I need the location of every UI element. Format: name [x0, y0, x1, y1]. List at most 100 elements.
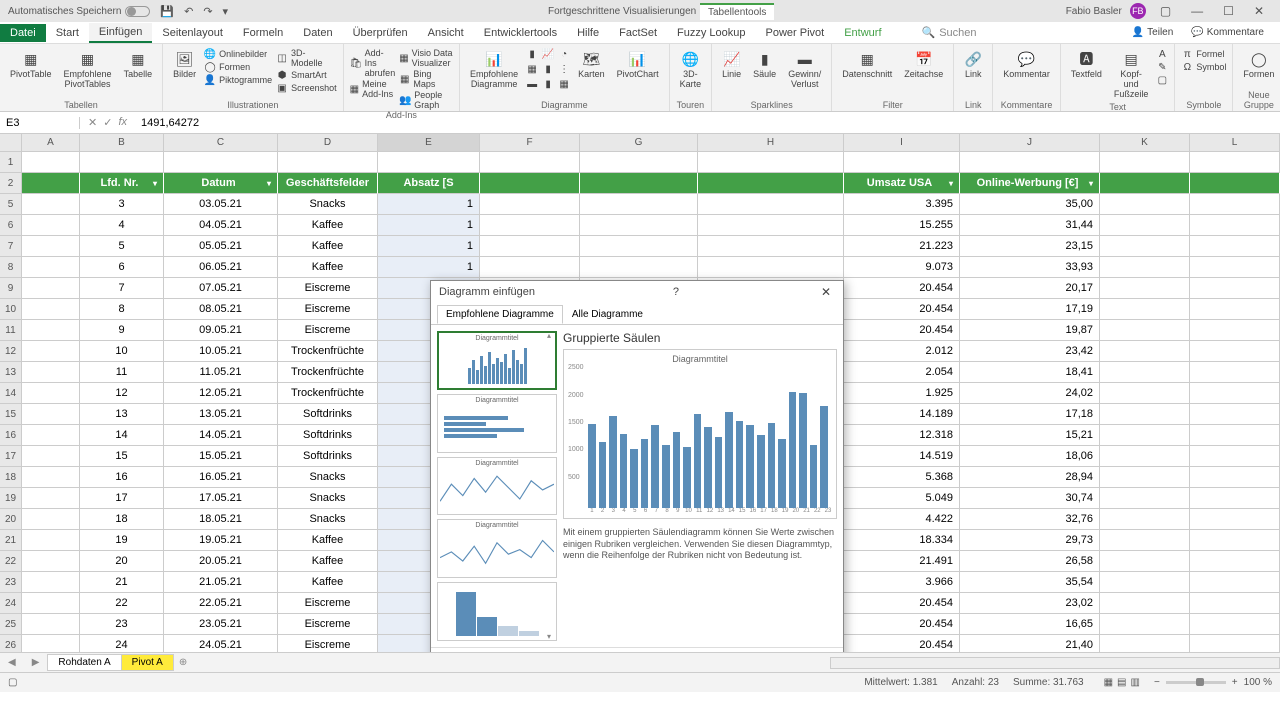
- hierarchy-chart-button[interactable]: ▦: [526, 63, 538, 75]
- cell[interactable]: 26,58: [960, 551, 1100, 572]
- col-header[interactable]: B: [80, 134, 164, 151]
- cell[interactable]: 07.05.21: [164, 278, 278, 299]
- comments-button[interactable]: 💬Kommentare: [1185, 25, 1270, 40]
- cell[interactable]: 19: [80, 530, 164, 551]
- cell[interactable]: Eiscreme: [278, 299, 378, 320]
- row-header[interactable]: 26: [0, 635, 22, 652]
- zoom-in-icon[interactable]: +: [1232, 677, 1238, 688]
- stat-chart-button[interactable]: ▮: [542, 63, 554, 75]
- sheet-nav-prev-icon[interactable]: ◀: [0, 657, 24, 668]
- cell[interactable]: 29,73: [960, 530, 1100, 551]
- cell[interactable]: Trockenfrüchte: [278, 383, 378, 404]
- thumb-clustered-bar[interactable]: Diagrammtitel: [437, 394, 557, 453]
- dialog-tab-all[interactable]: Alle Diagramme: [563, 305, 652, 324]
- get-addins-button[interactable]: 🛍Add-Ins abrufen: [350, 48, 396, 78]
- cell[interactable]: 21: [80, 572, 164, 593]
- cell[interactable]: 9.073: [844, 257, 960, 278]
- forms-button[interactable]: ◯Formen: [1239, 48, 1278, 82]
- cell[interactable]: 6: [80, 257, 164, 278]
- cell[interactable]: 17.05.21: [164, 488, 278, 509]
- line-chart-button[interactable]: 📈: [542, 48, 554, 60]
- user-avatar[interactable]: FB: [1130, 3, 1146, 19]
- cancel-formula-icon[interactable]: ✕: [88, 116, 97, 129]
- cell[interactable]: 35,54: [960, 572, 1100, 593]
- cell[interactable]: 21.491: [844, 551, 960, 572]
- cell[interactable]: 17,18: [960, 404, 1100, 425]
- cell[interactable]: 09.05.21: [164, 320, 278, 341]
- equation-button[interactable]: πFormel: [1181, 48, 1226, 60]
- col-header[interactable]: D: [278, 134, 378, 151]
- cell[interactable]: 14.05.21: [164, 425, 278, 446]
- tab-design[interactable]: Entwurf: [834, 24, 891, 42]
- cell[interactable]: 11: [80, 362, 164, 383]
- view-pagebreak-icon[interactable]: ▥: [1131, 677, 1140, 688]
- row-header[interactable]: 18: [0, 467, 22, 488]
- tab-layout[interactable]: Seitenlayout: [152, 24, 233, 42]
- table-header[interactable]: Geschäftsfelder▾: [278, 173, 378, 194]
- cell[interactable]: Eiscreme: [278, 278, 378, 299]
- cell[interactable]: 17,19: [960, 299, 1100, 320]
- waterfall-chart-button[interactable]: ▬: [526, 78, 538, 90]
- row-header[interactable]: 19: [0, 488, 22, 509]
- cell[interactable]: 15.05.21: [164, 446, 278, 467]
- row-header[interactable]: 6: [0, 215, 22, 236]
- cell[interactable]: 21.05.21: [164, 572, 278, 593]
- cell[interactable]: 2.054: [844, 362, 960, 383]
- tab-start[interactable]: Start: [46, 24, 89, 42]
- cell[interactable]: [480, 215, 580, 236]
- table-header[interactable]: Absatz [S: [378, 173, 480, 194]
- cell[interactable]: 16: [80, 467, 164, 488]
- cell[interactable]: 19,87: [960, 320, 1100, 341]
- maximize-icon[interactable]: ☐: [1217, 4, 1240, 18]
- cell[interactable]: Snacks: [278, 467, 378, 488]
- thumb-scroll-up-icon[interactable]: ▴: [547, 331, 557, 340]
- cell[interactable]: 20.454: [844, 593, 960, 614]
- pivotchart-button[interactable]: 📊PivotChart: [613, 48, 663, 82]
- cell[interactable]: Kaffee: [278, 572, 378, 593]
- cell[interactable]: 5: [80, 236, 164, 257]
- cell[interactable]: 11.05.21: [164, 362, 278, 383]
- tab-factset[interactable]: FactSet: [609, 24, 667, 42]
- cell[interactable]: 10: [80, 341, 164, 362]
- textbox-button[interactable]: 🅰Textfeld: [1067, 48, 1106, 82]
- sparkline-wl-button[interactable]: ▬Gewinn/ Verlust: [784, 48, 825, 92]
- tab-file[interactable]: Datei: [0, 24, 46, 42]
- col-header[interactable]: H: [698, 134, 844, 151]
- tab-formulas[interactable]: Formeln: [233, 24, 293, 42]
- row-header[interactable]: 16: [0, 425, 22, 446]
- online-images-button[interactable]: 🌐Onlinebilder: [204, 48, 272, 60]
- cell[interactable]: 20.454: [844, 614, 960, 635]
- tab-powerpivot[interactable]: Power Pivot: [756, 24, 835, 42]
- cell[interactable]: Eiscreme: [278, 320, 378, 341]
- cell[interactable]: 20.454: [844, 635, 960, 652]
- tab-data[interactable]: Daten: [293, 24, 342, 42]
- cell[interactable]: 12.05.21: [164, 383, 278, 404]
- row-header[interactable]: 17: [0, 446, 22, 467]
- cell[interactable]: Snacks: [278, 509, 378, 530]
- toggle-switch[interactable]: [125, 6, 150, 17]
- col-header[interactable]: G: [580, 134, 698, 151]
- cell[interactable]: Kaffee: [278, 215, 378, 236]
- cell[interactable]: 23,42: [960, 341, 1100, 362]
- cell[interactable]: Trockenfrüchte: [278, 341, 378, 362]
- col-header[interactable]: E: [378, 134, 480, 151]
- cell[interactable]: [698, 236, 844, 257]
- cell[interactable]: 18,41: [960, 362, 1100, 383]
- cell[interactable]: 18,06: [960, 446, 1100, 467]
- select-all-corner[interactable]: [0, 134, 22, 151]
- cell[interactable]: Snacks: [278, 194, 378, 215]
- cell[interactable]: 22.05.21: [164, 593, 278, 614]
- cell[interactable]: 5.049: [844, 488, 960, 509]
- row-header[interactable]: 5: [0, 194, 22, 215]
- row-header[interactable]: 7: [0, 236, 22, 257]
- rec-pivot-button[interactable]: ▦Empfohlene PivotTables: [60, 48, 116, 92]
- table-header[interactable]: Umsatz USA▾: [844, 173, 960, 194]
- cell[interactable]: Trockenfrüchte: [278, 362, 378, 383]
- cell[interactable]: [580, 257, 698, 278]
- cell[interactable]: 3: [80, 194, 164, 215]
- slicer-button[interactable]: ▦Datenschnitt: [838, 48, 896, 82]
- pictograms-button[interactable]: 👤Piktogramme: [204, 74, 272, 86]
- tab-view[interactable]: Ansicht: [418, 24, 474, 42]
- cell[interactable]: 04.05.21: [164, 215, 278, 236]
- cell[interactable]: 3.395: [844, 194, 960, 215]
